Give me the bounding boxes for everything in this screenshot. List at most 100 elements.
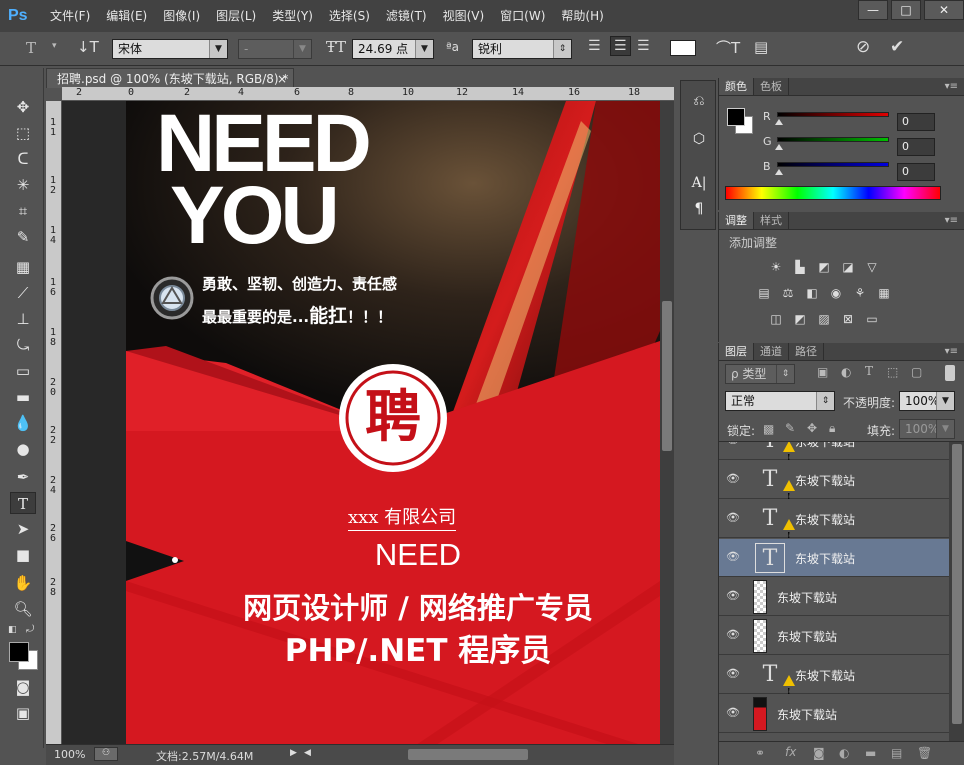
paragraph-panel-icon[interactable]: ¶ [689, 201, 709, 221]
channel-slider[interactable] [777, 112, 889, 117]
channel-mixer-icon[interactable]: ⚘ [851, 285, 869, 301]
layer-row[interactable]: 👁︎ T!东坡下载站 [719, 656, 949, 696]
posterize-icon[interactable]: ◩ [791, 311, 809, 327]
layer-row[interactable]: 👁︎ T!东坡下载站 [719, 461, 949, 501]
foreground-color-swatch[interactable] [9, 642, 29, 662]
gradient-tool-icon[interactable]: ▬ [10, 386, 36, 408]
channel-slider[interactable] [777, 137, 889, 142]
chevron-down-icon[interactable]: ▾ [52, 41, 57, 51]
close-tab-icon[interactable]: × [277, 69, 287, 89]
new-adjustment-icon[interactable]: ◐ [839, 746, 849, 760]
channel-slider[interactable] [777, 162, 889, 167]
path-selection-tool-icon[interactable]: ➤ [10, 518, 36, 540]
menu-file[interactable]: 文件(F) [42, 0, 98, 32]
tab-layers[interactable]: 图层 [719, 343, 754, 360]
maximize-button[interactable]: □ [891, 0, 921, 20]
exposure-icon[interactable]: ◪ [839, 259, 857, 275]
channel-value-input[interactable]: 0 [897, 138, 935, 156]
link-layers-icon[interactable]: ⚭ [755, 746, 765, 760]
blur-tool-icon[interactable]: 💧 [10, 412, 36, 434]
zoom-tool-icon[interactable]: 🔍︎ [10, 598, 36, 620]
panel-menu-icon[interactable]: ▾≡ [945, 343, 958, 361]
threshold-icon[interactable]: ▨ [815, 311, 833, 327]
font-size-select[interactable]: 24.69 点 ▼ [352, 39, 434, 59]
hue-saturation-icon[interactable]: ▤ [755, 285, 773, 301]
visibility-eye-icon[interactable]: 👁︎ [725, 511, 741, 525]
status-menu-icon[interactable]: ▶ [290, 748, 297, 758]
healing-brush-tool-icon[interactable]: ▦ [10, 256, 36, 278]
blend-mode-select[interactable]: 正常 ⇕ [725, 391, 835, 411]
default-colors-icon[interactable]: ◧ [8, 625, 17, 635]
antialias-select[interactable]: 锐利 ⇕ [472, 39, 572, 59]
warp-text-icon[interactable]: ⌒T [716, 37, 740, 58]
fx-icon[interactable]: fx [785, 745, 796, 759]
layers-scrollbar-thumb[interactable] [952, 444, 962, 724]
move-tool-icon[interactable]: ✥ [10, 96, 36, 118]
clone-stamp-tool-icon[interactable]: ⊥ [10, 308, 36, 330]
pen-tool-icon[interactable]: ✒ [10, 466, 36, 488]
invert-icon[interactable]: ◫ [767, 311, 785, 327]
poster-canvas[interactable]: NEED YOU 勇敢、坚韧、创造力、责任感 最最重要的是...能扛！！！ 聘 … [126, 101, 660, 745]
opacity-input[interactable]: 100% ▼ [899, 391, 955, 411]
layer-row[interactable]: 👁︎ T!东坡下载站 [719, 500, 949, 540]
add-mask-icon[interactable]: ◙ [813, 746, 825, 760]
menu-filter[interactable]: 滤镜(T) [378, 0, 435, 32]
menu-image[interactable]: 图像(I) [155, 0, 208, 32]
channel-value-input[interactable]: 0 [897, 163, 935, 181]
lasso-tool-icon[interactable]: ᑕ [10, 148, 36, 170]
font-style-select[interactable]: - ▼ [238, 39, 312, 59]
visibility-eye-icon[interactable]: 👁︎ [725, 472, 741, 486]
filter-pixel-icon[interactable]: ▣ [817, 365, 828, 379]
slider-handle-icon[interactable] [775, 144, 783, 150]
photo-filter-icon[interactable]: ◉ [827, 285, 845, 301]
layer-row[interactable]: 👁︎ T 东坡下载站 [719, 539, 949, 577]
eyedropper-tool-icon[interactable]: ✎ [10, 226, 36, 248]
tab-paths[interactable]: 路径 [789, 343, 824, 360]
layer-row[interactable]: 👁︎ T!东坡下载站 [719, 442, 949, 462]
visibility-eye-icon[interactable]: 👁︎ [725, 667, 741, 681]
menu-layer[interactable]: 图层(L) [208, 0, 264, 32]
hand-tool-icon[interactable]: ✋ [10, 572, 36, 594]
panel-menu-icon[interactable]: ▾≡ [945, 78, 958, 96]
lock-position-icon[interactable]: ✥ [807, 421, 817, 435]
status-toggle-icon[interactable]: ⚇ [94, 747, 118, 761]
character-panel-icon[interactable]: ▤ [754, 38, 768, 56]
curves-icon[interactable]: ◩ [815, 259, 833, 275]
vibrance-icon[interactable]: ▽ [863, 259, 881, 275]
horizontal-scrollbar-thumb[interactable] [408, 749, 528, 760]
scroll-left-icon[interactable]: ◀ [304, 748, 311, 758]
swap-colors-icon[interactable]: ⤾ [26, 624, 34, 635]
layer-row[interactable]: 👁︎ 东坡下载站 [719, 578, 949, 616]
visibility-eye-icon[interactable]: 👁︎ [725, 628, 741, 642]
layer-row[interactable]: 👁︎ 东坡下载站 [719, 695, 949, 733]
canvas-vertical-scrollbar[interactable] [660, 101, 674, 745]
filter-shape-icon[interactable]: ⬚ [887, 365, 898, 379]
fill-input[interactable]: 100% ▼ [899, 419, 955, 439]
tab-channels[interactable]: 通道 [754, 343, 789, 360]
layer-filter-select[interactable]: ρ 类型 ⇕ [725, 364, 795, 384]
text-color-swatch[interactable] [670, 40, 696, 56]
3d-panel-icon[interactable]: ⬡ [689, 131, 709, 151]
filter-adjustment-icon[interactable]: ◐ [841, 365, 851, 379]
menu-type[interactable]: 类型(Y) [264, 0, 321, 32]
visibility-eye-icon[interactable]: 👁︎ [725, 442, 741, 447]
menu-window[interactable]: 窗口(W) [492, 0, 553, 32]
align-right-icon[interactable]: ☰ [637, 38, 650, 54]
levels-icon[interactable]: ▙ [791, 259, 809, 275]
dodge-tool-icon[interactable]: ● [10, 438, 36, 460]
quick-mask-icon[interactable]: ◙ [10, 676, 36, 698]
crop-tool-icon[interactable]: ⌗ [10, 200, 36, 222]
scrollbar-thumb[interactable] [662, 301, 672, 451]
filter-smart-object-icon[interactable]: ▢ [911, 365, 922, 379]
document-tab[interactable]: 招聘.psd @ 100% (东坡下载站, RGB/8) * × [46, 68, 294, 88]
character-panel-icon[interactable]: A| [689, 175, 709, 195]
lock-pixels-icon[interactable]: ✎ [785, 421, 795, 435]
new-layer-icon[interactable]: ▤ [891, 746, 902, 760]
align-left-icon[interactable]: ☰ [588, 38, 601, 54]
close-button[interactable]: ✕ [924, 0, 964, 20]
color-balance-icon[interactable]: ⚖ [779, 285, 797, 301]
commit-icon[interactable]: ✔ [890, 37, 904, 57]
visibility-eye-icon[interactable]: 👁︎ [725, 550, 741, 564]
selective-color-icon[interactable]: ⊠ [839, 311, 857, 327]
text-tool-preset-icon[interactable]: T [26, 39, 36, 57]
